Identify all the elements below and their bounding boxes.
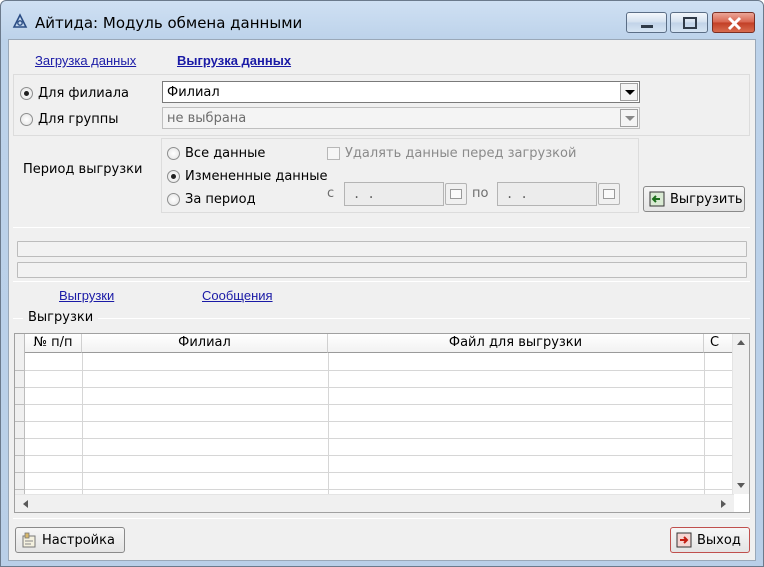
minimize-icon <box>641 25 653 28</box>
from-label: с <box>327 186 335 201</box>
settings-button[interactable]: Настройка <box>15 527 125 553</box>
radio-branch-label: Для филиала <box>38 86 129 101</box>
column-header-file[interactable]: Файл для выгрузки <box>328 334 704 353</box>
calendar-icon <box>450 189 462 199</box>
export-button[interactable]: Выгрузить <box>643 186 745 212</box>
horizontal-scrollbar[interactable] <box>15 494 734 512</box>
tab-exports[interactable]: Выгрузки <box>59 288 114 303</box>
minimize-button[interactable] <box>626 12 667 33</box>
period-group: Все данные Измененные данные За период У… <box>161 138 639 213</box>
radio-changed-data-label: Измененные данные <box>185 169 328 184</box>
progress-bar-1 <box>17 241 747 257</box>
table-row <box>25 370 734 371</box>
radio-for-period[interactable]: За период <box>167 192 256 207</box>
radio-all-data[interactable]: Все данные <box>167 146 265 161</box>
date-to-value: . . <box>506 187 528 201</box>
row-indicator-line <box>15 404 25 405</box>
row-indicator-line <box>15 370 25 371</box>
settings-button-label: Настройка <box>42 532 115 548</box>
branch-select[interactable]: Филиал <box>162 81 640 103</box>
exit-button-label: Выход <box>697 532 741 548</box>
radio-for-period-label: За период <box>185 192 256 207</box>
radio-changed-data[interactable]: Измененные данные <box>167 169 328 184</box>
radio-changed-data-dot <box>167 170 180 183</box>
date-from-field[interactable]: . . <box>344 182 444 206</box>
group-select: не выбрана <box>162 107 640 129</box>
table-row <box>25 455 734 456</box>
exports-table[interactable]: № п/п Филиал Файл для выгрузки С <box>14 333 750 513</box>
maximize-button[interactable] <box>670 12 708 33</box>
date-to-calendar-button[interactable] <box>598 183 620 205</box>
row-indicator-line <box>15 421 25 422</box>
group-select-value: не выбрана <box>167 111 247 126</box>
table-row <box>25 421 734 422</box>
checkbox-box <box>327 147 340 160</box>
scroll-right-icon[interactable] <box>721 500 726 508</box>
table-row <box>25 387 734 388</box>
app-window: Айтида: Модуль обмена данными Загрузка д… <box>0 0 764 567</box>
close-icon <box>727 16 742 31</box>
table-row <box>25 404 734 405</box>
date-from-value: . . <box>353 187 375 201</box>
settings-icon <box>22 532 36 548</box>
row-indicator-line <box>15 472 25 473</box>
row-indicator-line <box>15 489 25 490</box>
tab-messages[interactable]: Сообщения <box>202 288 273 303</box>
divider <box>13 281 750 282</box>
window-title: Айтида: Модуль обмена данными <box>35 14 303 32</box>
column-header-branch[interactable]: Филиал <box>82 334 328 353</box>
column-header-status[interactable]: С <box>704 334 734 353</box>
radio-all-data-dot <box>167 147 180 160</box>
calendar-icon <box>603 189 615 199</box>
app-logo-icon <box>12 13 28 28</box>
table-row <box>25 438 734 439</box>
radio-branch[interactable]: Для филиала <box>20 86 129 101</box>
delete-before-load-label: Удалять данные перед загрузкой <box>345 146 577 161</box>
radio-group[interactable]: Для группы <box>20 112 118 127</box>
row-indicator-line <box>15 438 25 439</box>
row-indicator-line <box>15 455 25 456</box>
scroll-up-icon[interactable] <box>737 340 745 345</box>
radio-all-data-label: Все данные <box>185 146 266 161</box>
exit-icon <box>676 532 692 548</box>
progress-bar-2 <box>17 262 747 278</box>
date-from-calendar-button[interactable] <box>445 183 467 205</box>
column-header-number[interactable]: № п/п <box>25 334 82 353</box>
radio-branch-dot <box>20 87 33 100</box>
divider <box>13 227 750 228</box>
row-indicator-line <box>15 387 25 388</box>
exports-group-title: Выгрузки <box>23 310 99 325</box>
tab-export[interactable]: Выгрузка данных <box>177 53 291 68</box>
tab-import[interactable]: Загрузка данных <box>35 53 136 68</box>
chevron-down-icon <box>620 109 638 127</box>
scroll-down-icon[interactable] <box>737 483 745 488</box>
period-label: Период выгрузки <box>23 162 143 177</box>
maximize-icon <box>683 17 697 29</box>
export-icon <box>649 191 665 207</box>
chevron-down-icon[interactable] <box>620 83 638 101</box>
exit-button[interactable]: Выход <box>670 527 750 553</box>
radio-group-label: Для группы <box>38 112 119 127</box>
client-area: Загрузка данных Выгрузка данных Для фили… <box>8 39 756 561</box>
branch-select-value: Филиал <box>167 85 220 100</box>
table-row <box>25 489 734 490</box>
title-bar[interactable]: Айтида: Модуль обмена данными <box>1 1 763 39</box>
delete-before-load-checkbox[interactable]: Удалять данные перед загрузкой <box>327 146 576 161</box>
export-button-label: Выгрузить <box>670 191 743 207</box>
vertical-scrollbar[interactable] <box>732 334 749 494</box>
to-label: по <box>472 186 489 201</box>
target-group: Для филиала Для группы Филиал не выбрана <box>13 74 750 136</box>
divider <box>13 518 750 519</box>
radio-group-dot <box>20 113 33 126</box>
date-to-field[interactable]: . . <box>497 182 597 206</box>
group-title-line <box>13 318 750 319</box>
scroll-left-icon[interactable] <box>23 500 28 508</box>
close-button[interactable] <box>712 12 755 33</box>
table-row <box>25 472 734 473</box>
radio-for-period-dot <box>167 193 180 206</box>
row-indicator-column <box>15 334 25 494</box>
